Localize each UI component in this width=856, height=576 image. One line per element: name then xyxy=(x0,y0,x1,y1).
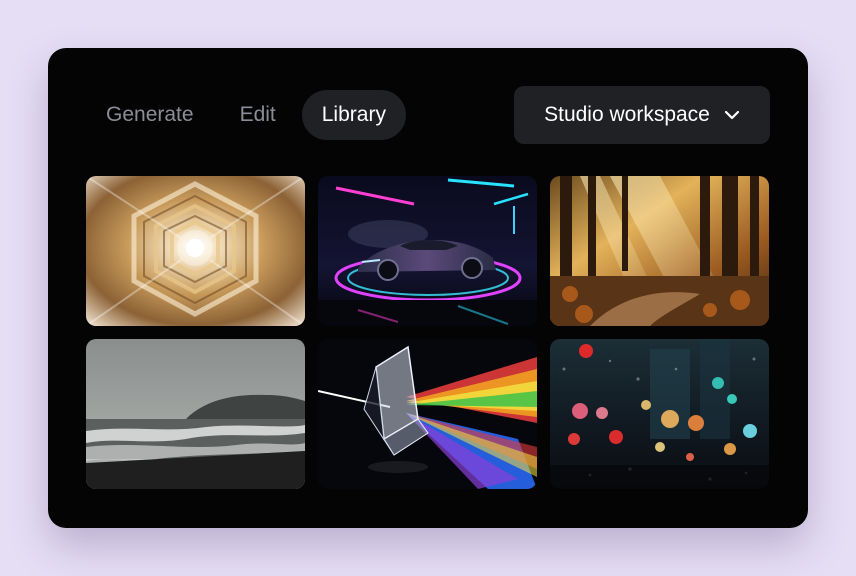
gallery-image-misty-beach[interactable] xyxy=(86,339,305,489)
gallery-image-prism-rainbow[interactable] xyxy=(318,339,537,489)
tab-generate[interactable]: Generate xyxy=(86,90,214,140)
tab-edit[interactable]: Edit xyxy=(220,90,296,140)
gallery-image-golden-tunnel[interactable] xyxy=(86,176,305,326)
image-gallery xyxy=(86,176,769,489)
mode-tabs: Generate Edit Library xyxy=(86,90,406,140)
gallery-image-autumn-forest[interactable] xyxy=(550,176,769,326)
chevron-down-icon xyxy=(724,110,740,120)
gallery-image-neon-sports-car[interactable] xyxy=(318,176,537,326)
tab-library[interactable]: Library xyxy=(301,90,406,140)
workspace-dropdown[interactable]: Studio workspace xyxy=(514,86,770,144)
library-panel: Generate Edit Library Studio workspace xyxy=(48,48,808,528)
workspace-label: Studio workspace xyxy=(544,103,710,126)
gallery-image-rainy-city-bokeh[interactable] xyxy=(550,339,769,489)
